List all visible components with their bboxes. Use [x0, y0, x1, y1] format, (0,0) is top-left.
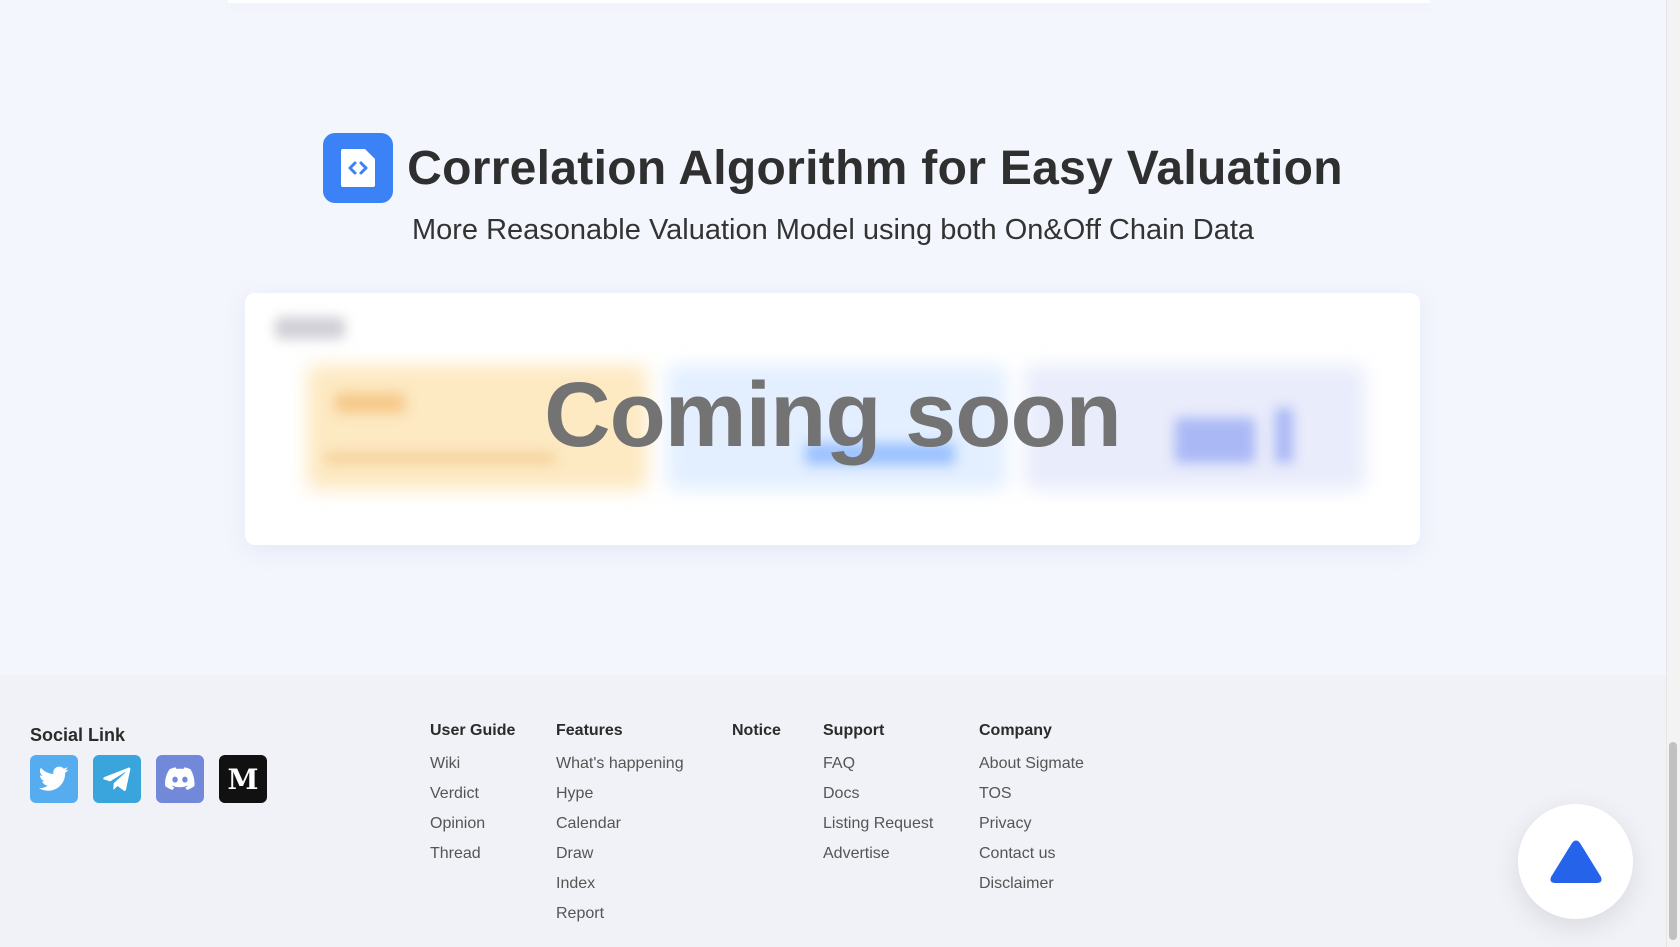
footer-column-notice: Notice — [732, 722, 781, 749]
scroll-to-top-button[interactable] — [1518, 804, 1633, 919]
footer-link-draw[interactable]: Draw — [556, 839, 684, 869]
blurred-card-label — [275, 317, 345, 339]
footer-link-listing-request[interactable]: Listing Request — [823, 809, 933, 839]
footer-link-verdict[interactable]: Verdict — [430, 779, 515, 809]
page-title: Correlation Algorithm for Easy Valuation — [407, 141, 1343, 195]
footer-column-title: Features — [556, 722, 623, 739]
footer: Social Link M User Guide Wiki Verdict Op… — [0, 675, 1666, 947]
section-title-row: Correlation Algorithm for Easy Valuation — [0, 133, 1666, 203]
footer-link-thread[interactable]: Thread — [430, 839, 515, 869]
footer-link-contact-us[interactable]: Contact us — [979, 839, 1084, 869]
medium-icon[interactable]: M — [219, 755, 267, 803]
footer-link-calendar[interactable]: Calendar — [556, 809, 684, 839]
scrollbar-thumb[interactable] — [1669, 742, 1677, 940]
footer-link-hype[interactable]: Hype — [556, 779, 684, 809]
social-icons: M — [30, 755, 267, 803]
hero-section: Correlation Algorithm for Easy Valuation… — [0, 0, 1666, 675]
footer-link-opinion[interactable]: Opinion — [430, 809, 515, 839]
code-file-icon — [323, 133, 394, 203]
footer-link-report[interactable]: Report — [556, 899, 684, 929]
footer-link-faq[interactable]: FAQ — [823, 749, 933, 779]
footer-column-support: Support FAQ Docs Listing Request Adverti… — [823, 722, 933, 869]
footer-link-wiki[interactable]: Wiki — [430, 749, 515, 779]
telegram-icon[interactable] — [93, 755, 141, 803]
footer-column-title: Support — [823, 722, 885, 739]
footer-link-privacy[interactable]: Privacy — [979, 809, 1084, 839]
footer-link-whats-happening[interactable]: What's happening — [556, 749, 684, 779]
social-link-title: Social Link — [30, 725, 126, 745]
vertical-scrollbar[interactable] — [1666, 0, 1680, 947]
footer-link-docs[interactable]: Docs — [823, 779, 933, 809]
footer-column-company: Company About Sigmate TOS Privacy Contac… — [979, 722, 1084, 899]
triangle-up-icon — [1550, 840, 1601, 883]
discord-icon[interactable] — [156, 755, 204, 803]
footer-link-disclaimer[interactable]: Disclaimer — [979, 869, 1084, 899]
twitter-icon[interactable] — [30, 755, 78, 803]
previous-section-edge — [228, 0, 1430, 3]
page-subtitle: More Reasonable Valuation Model using bo… — [411, 214, 1255, 246]
footer-column-title: Company — [979, 722, 1052, 739]
footer-link-notice[interactable]: Notice — [732, 722, 781, 740]
footer-link-index[interactable]: Index — [556, 869, 684, 899]
footer-column-user-guide: User Guide Wiki Verdict Opinion Thread — [430, 722, 515, 869]
footer-column-features: Features What's happening Hype Calendar … — [556, 722, 684, 929]
preview-card: Coming soon — [245, 293, 1420, 545]
coming-soon-overlay: Coming soon — [544, 364, 1122, 466]
footer-link-about-sigmate[interactable]: About Sigmate — [979, 749, 1084, 779]
footer-link-advertise[interactable]: Advertise — [823, 839, 933, 869]
footer-link-tos[interactable]: TOS — [979, 779, 1084, 809]
footer-column-title: User Guide — [430, 722, 516, 739]
